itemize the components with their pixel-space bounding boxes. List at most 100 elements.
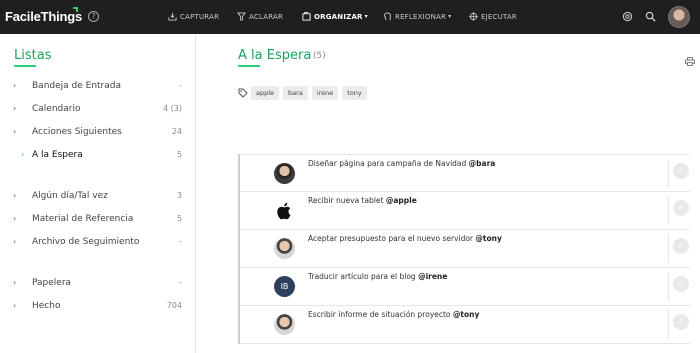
main-content: A la Espera (5) apple bara irene tony Di… bbox=[197, 34, 700, 353]
task-text[interactable]: Diseñar página para campaña de Navidad @… bbox=[308, 159, 495, 168]
divider bbox=[668, 196, 669, 225]
sidebar-item-count: 704 bbox=[166, 301, 182, 310]
task-row[interactable]: Diseñar página para campaña de Navidad @… bbox=[240, 154, 690, 192]
chevron-right-icon: › bbox=[21, 150, 25, 159]
task-text[interactable]: Recibir nueva tablet @apple bbox=[308, 196, 417, 205]
task-text[interactable]: Traducir artículo para el blog @irene bbox=[308, 272, 447, 281]
sidebar-item-count: 4 (3) bbox=[163, 104, 182, 113]
top-bar: FacileThings ? CAPTURAR ACLARAR ORGANIZA… bbox=[0, 0, 700, 34]
avatar bbox=[274, 238, 295, 259]
nav-capturar-label: CAPTURAR bbox=[180, 12, 220, 21]
folders-icon bbox=[302, 12, 311, 21]
chevron-right-icon: › bbox=[13, 81, 17, 90]
avatar bbox=[274, 163, 295, 184]
sidebar-item-espera[interactable]: › A la Espera 5 bbox=[0, 147, 196, 165]
tag-chip[interactable]: tony bbox=[342, 86, 367, 100]
sidebar-item-hecho[interactable]: › Hecho 704 bbox=[0, 298, 196, 316]
avatar bbox=[274, 314, 295, 335]
task-row[interactable]: IB Traducir artículo para el blog @irene… bbox=[240, 268, 690, 306]
title-underline bbox=[238, 65, 260, 67]
sidebar-item-algun-dia[interactable]: › Algún día/Tal vez 3 bbox=[0, 188, 196, 206]
sidebar-item-label: Archivo de Seguimiento bbox=[32, 237, 140, 247]
search-icon[interactable] bbox=[645, 11, 656, 22]
sidebar-title: Listas bbox=[14, 48, 52, 63]
tag-chip[interactable]: irene bbox=[311, 86, 339, 100]
focus-icon[interactable] bbox=[622, 11, 633, 22]
app-logo[interactable]: FacileThings bbox=[5, 9, 82, 24]
task-row[interactable]: Aceptar presupuesto para el nuevo servid… bbox=[240, 230, 690, 268]
chevron-right-icon: › bbox=[13, 127, 17, 136]
complete-check-icon[interactable]: ✓ bbox=[673, 276, 689, 292]
sidebar-item-count: - bbox=[179, 278, 182, 287]
sidebar-item-label: Bandeja de Entrada bbox=[32, 81, 121, 91]
sidebar-item-bandeja[interactable]: › Bandeja de Entrada - bbox=[0, 78, 196, 96]
nav-aclarar-label: ACLARAR bbox=[249, 12, 284, 21]
chevron-down-icon: ▾ bbox=[364, 13, 368, 20]
sidebar-item-label: Algún día/Tal vez bbox=[32, 191, 108, 201]
chevron-right-icon: › bbox=[13, 301, 17, 310]
title-underline bbox=[14, 65, 36, 67]
task-title: Traducir artículo para el blog bbox=[308, 272, 419, 281]
chevron-down-icon: ▾ bbox=[448, 13, 452, 20]
task-text[interactable]: Aceptar presupuesto para el nuevo servid… bbox=[308, 234, 502, 243]
sidebar-item-count: 3 bbox=[176, 191, 182, 200]
sidebar-item-count: 5 bbox=[176, 150, 182, 159]
sidebar-item-label: Calendario bbox=[32, 104, 81, 114]
task-row[interactable]: Recibir nueva tablet @apple ✓ bbox=[240, 192, 690, 230]
divider bbox=[668, 272, 669, 301]
task-row[interactable]: Escribir informe de situación proyecto @… bbox=[240, 306, 690, 344]
divider bbox=[668, 234, 669, 263]
inbox-icon bbox=[168, 12, 177, 21]
sidebar-item-papelera[interactable]: › Papelera - bbox=[0, 275, 196, 293]
task-mention: @irene bbox=[418, 272, 448, 281]
nav-ejecutar[interactable]: EJECUTAR bbox=[469, 12, 517, 21]
chevron-right-icon: › bbox=[13, 237, 17, 246]
tag-list: apple bara irene tony bbox=[251, 86, 367, 100]
nav-ejecutar-label: EJECUTAR bbox=[481, 12, 517, 21]
chevron-right-icon: › bbox=[13, 191, 17, 200]
tag-chip[interactable]: apple bbox=[251, 86, 280, 100]
help-icon[interactable]: ? bbox=[88, 11, 99, 22]
page-title: A la Espera bbox=[238, 48, 312, 63]
chevron-right-icon: › bbox=[13, 104, 17, 113]
target-icon bbox=[469, 12, 478, 21]
complete-check-icon[interactable]: ✓ bbox=[673, 314, 689, 330]
task-list: Diseñar página para campaña de Navidad @… bbox=[238, 154, 690, 344]
nav-reflexionar-label: REFLEXIONAR bbox=[395, 12, 447, 21]
task-title: Recibir nueva tablet bbox=[308, 196, 386, 205]
nav-organizar-label: ORGANIZAR bbox=[314, 12, 363, 21]
nav-reflexionar[interactable]: REFLEXIONAR ▾ bbox=[383, 12, 451, 21]
sidebar-item-acciones[interactable]: › Acciones Siguientes 24 bbox=[0, 124, 196, 142]
nav-capturar[interactable]: CAPTURAR bbox=[168, 12, 219, 21]
sidebar-item-label: Material de Referencia bbox=[32, 214, 134, 224]
sidebar-item-seguimiento[interactable]: › Archivo de Seguimiento - bbox=[0, 234, 196, 252]
avatar: IB bbox=[274, 276, 295, 297]
page-count: (5) bbox=[313, 51, 326, 61]
filter-icon bbox=[237, 12, 246, 21]
nav-aclarar[interactable]: ACLARAR bbox=[237, 12, 283, 21]
sidebar-item-referencia[interactable]: › Material de Referencia 5 bbox=[0, 211, 196, 229]
tag-icon bbox=[238, 88, 248, 98]
nav-organizar[interactable]: ORGANIZAR ▾ bbox=[302, 12, 368, 21]
user-avatar[interactable] bbox=[668, 6, 690, 28]
sidebar: Listas › Bandeja de Entrada - › Calendar… bbox=[0, 34, 196, 353]
thinking-icon bbox=[384, 12, 391, 21]
complete-check-icon[interactable]: ✓ bbox=[673, 163, 689, 179]
sidebar-item-count: 24 bbox=[171, 127, 182, 136]
task-mention: @tony bbox=[452, 310, 480, 319]
sidebar-item-count: 5 bbox=[176, 214, 182, 223]
logo-mark-icon bbox=[73, 7, 78, 12]
chevron-right-icon: › bbox=[13, 278, 17, 287]
sidebar-item-label: Papelera bbox=[32, 278, 72, 288]
sidebar-item-calendario[interactable]: › Calendario 4 (3) bbox=[0, 101, 196, 119]
task-title: Aceptar presupuesto para el nuevo servid… bbox=[308, 234, 476, 243]
sidebar-item-count: - bbox=[179, 237, 182, 246]
complete-check-icon[interactable]: ✓ bbox=[673, 238, 689, 254]
task-text[interactable]: Escribir informe de situación proyecto @… bbox=[308, 310, 479, 319]
complete-check-icon[interactable]: ✓ bbox=[673, 200, 689, 216]
sidebar-item-label: Acciones Siguientes bbox=[32, 127, 122, 137]
divider bbox=[668, 310, 669, 339]
apple-icon bbox=[277, 202, 291, 220]
tag-chip[interactable]: bara bbox=[283, 86, 308, 100]
print-icon[interactable] bbox=[685, 57, 695, 66]
